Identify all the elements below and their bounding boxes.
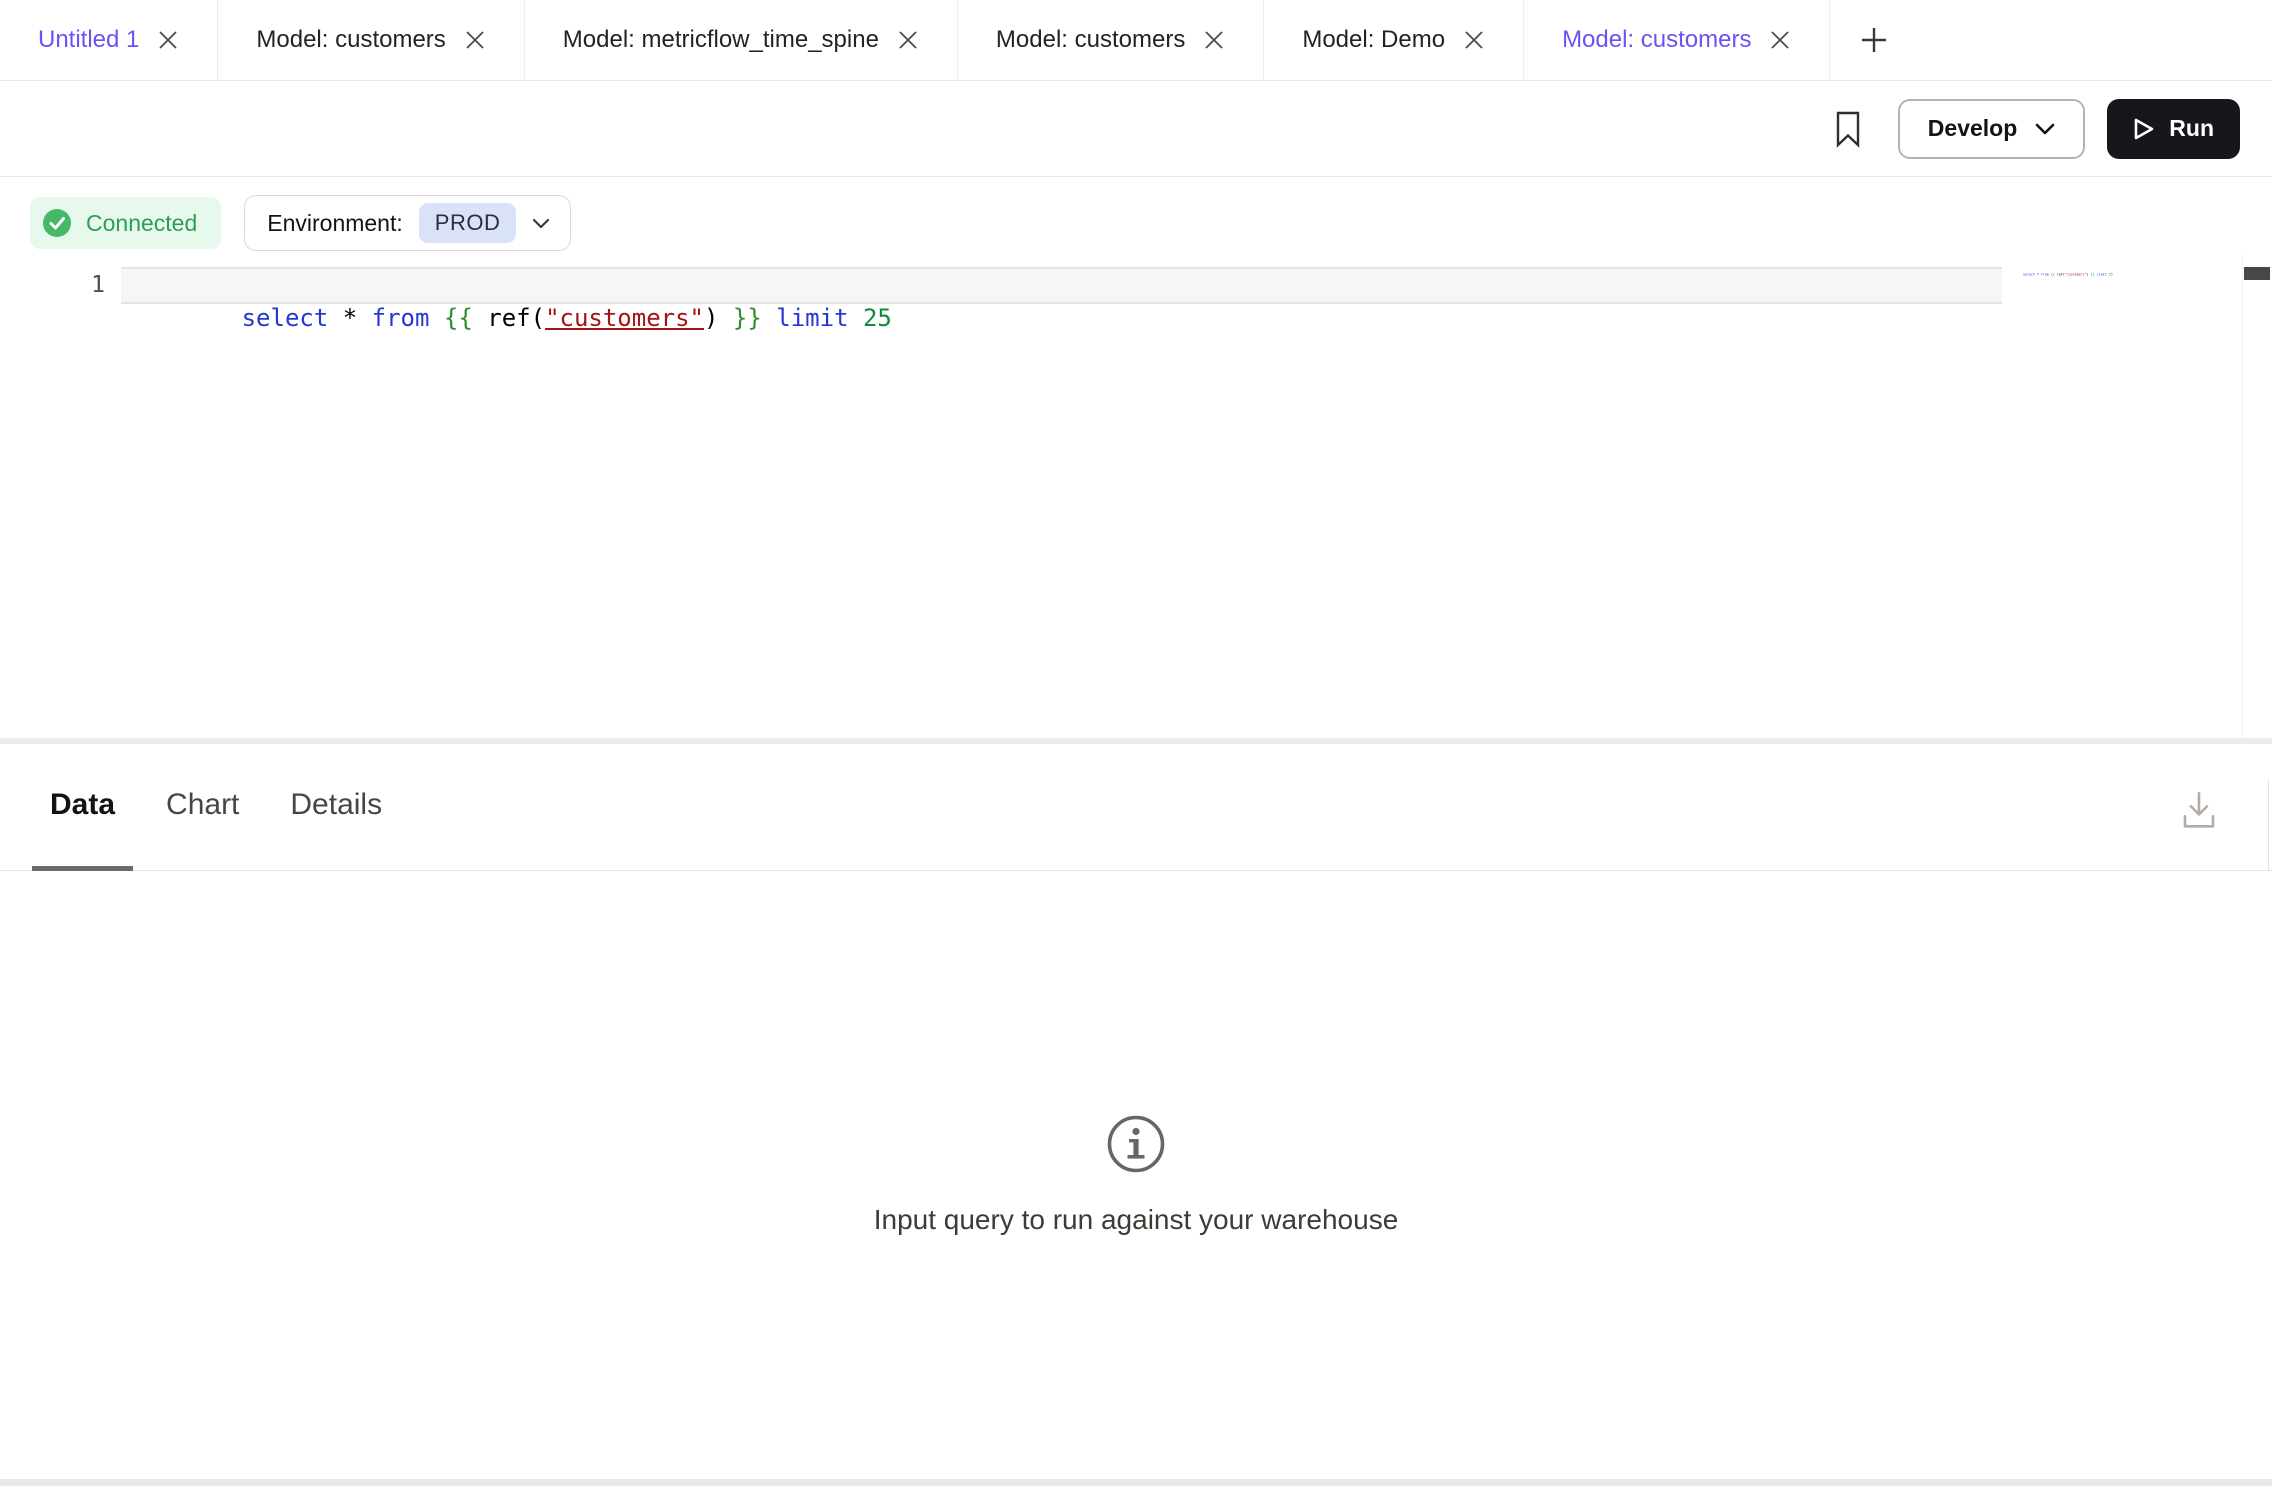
editor-toolbar: Develop Run [0, 81, 2272, 177]
code-line[interactable]: select * from {{ ref("customers") }} lim… [121, 267, 2002, 304]
close-icon[interactable] [897, 29, 919, 51]
code-token: from [372, 304, 430, 332]
chevron-down-icon [532, 218, 550, 229]
editor-tab[interactable]: Model: customers [1524, 0, 1830, 80]
editor-tab[interactable]: Model: Demo [1264, 0, 1524, 80]
results-tab[interactable]: Chart [148, 744, 257, 871]
code-token [429, 304, 443, 332]
results-tab-bar: Data Chart Details [0, 744, 2272, 871]
tab-label: Model: metricflow_time_spine [563, 26, 879, 54]
run-button[interactable]: Run [2107, 99, 2240, 159]
connection-status-badge: Connected [30, 197, 221, 249]
results-tab-label: Chart [166, 788, 239, 822]
editor-tab[interactable]: Untitled 1 [0, 0, 218, 80]
editor-tab[interactable]: Model: customers [958, 0, 1264, 80]
close-icon[interactable] [1463, 29, 1485, 51]
tab-label: Model: Demo [1302, 26, 1445, 54]
results-tab[interactable]: Data [32, 744, 133, 871]
download-button[interactable] [2180, 789, 2218, 831]
connection-status-label: Connected [86, 210, 197, 237]
bookmark-icon [1834, 110, 1862, 148]
sql-editor[interactable]: 1 select * from {{ ref("customers") }} l… [0, 254, 2272, 738]
bookmark-button[interactable] [1834, 110, 1862, 148]
code-token [849, 304, 863, 332]
tab-label: Model: customers [256, 26, 445, 54]
code-token: "customers" [545, 304, 704, 332]
code-token: select [242, 304, 329, 332]
environment-label: Environment: [267, 210, 403, 237]
editor-scrollbar-thumb[interactable] [2244, 267, 2270, 280]
close-icon[interactable] [464, 29, 486, 51]
develop-label: Develop [1928, 115, 2017, 142]
plus-icon [1859, 25, 1889, 55]
close-icon[interactable] [1769, 29, 1791, 51]
status-row: Connected Environment: PROD [0, 177, 2272, 254]
minimap-divider [2242, 254, 2243, 738]
tab-label: Model: customers [1562, 26, 1751, 54]
play-icon [2133, 117, 2155, 141]
minimap-code-line: select * from {{ ref("customers") }} lim… [2007, 269, 2039, 280]
check-circle-icon [42, 208, 72, 238]
editor-tab-bar: Untitled 1 Model: customers [0, 0, 2272, 81]
editor-tab[interactable]: Model: customers [218, 0, 524, 80]
environment-value-badge: PROD [419, 203, 517, 243]
editor-current-line: 1 select * from {{ ref("customers") }} l… [0, 267, 2002, 304]
ide-window: Untitled 1 Model: customers [0, 0, 2272, 1486]
close-icon[interactable] [157, 29, 179, 51]
code-token: 25 [863, 304, 892, 332]
results-tab-label: Details [290, 788, 382, 822]
code-token: * [328, 304, 371, 332]
editor-minimap[interactable]: select * from {{ ref("customers") }} lim… [2007, 269, 2237, 293]
tab-label: Untitled 1 [38, 26, 139, 54]
code-token [718, 304, 732, 332]
line-number: 1 [0, 267, 121, 304]
chevron-down-icon [2035, 123, 2055, 135]
environment-selector[interactable]: Environment: PROD [244, 195, 571, 251]
empty-state-message: Input query to run against your warehous… [874, 1204, 1399, 1236]
close-icon[interactable] [1203, 29, 1225, 51]
code-token: ) [704, 304, 718, 332]
code-token: }} [733, 304, 762, 332]
tab-label: Model: customers [996, 26, 1185, 54]
code-token: limit [776, 304, 848, 332]
code-token [762, 304, 776, 332]
download-icon [2180, 789, 2218, 831]
results-tab[interactable]: Details [272, 744, 400, 871]
code-token: ref( [473, 304, 545, 332]
results-tab-label: Data [50, 788, 115, 822]
bottom-panel-edge [0, 1479, 2272, 1486]
results-empty-state: Input query to run against your warehous… [0, 871, 2272, 1478]
editor-tab[interactable]: Model: metricflow_time_spine [525, 0, 958, 80]
develop-dropdown-button[interactable]: Develop [1898, 99, 2085, 159]
run-label: Run [2169, 115, 2214, 142]
info-icon [1106, 1114, 1166, 1174]
new-tab-button[interactable] [1830, 0, 1918, 80]
code-token: {{ [444, 304, 473, 332]
